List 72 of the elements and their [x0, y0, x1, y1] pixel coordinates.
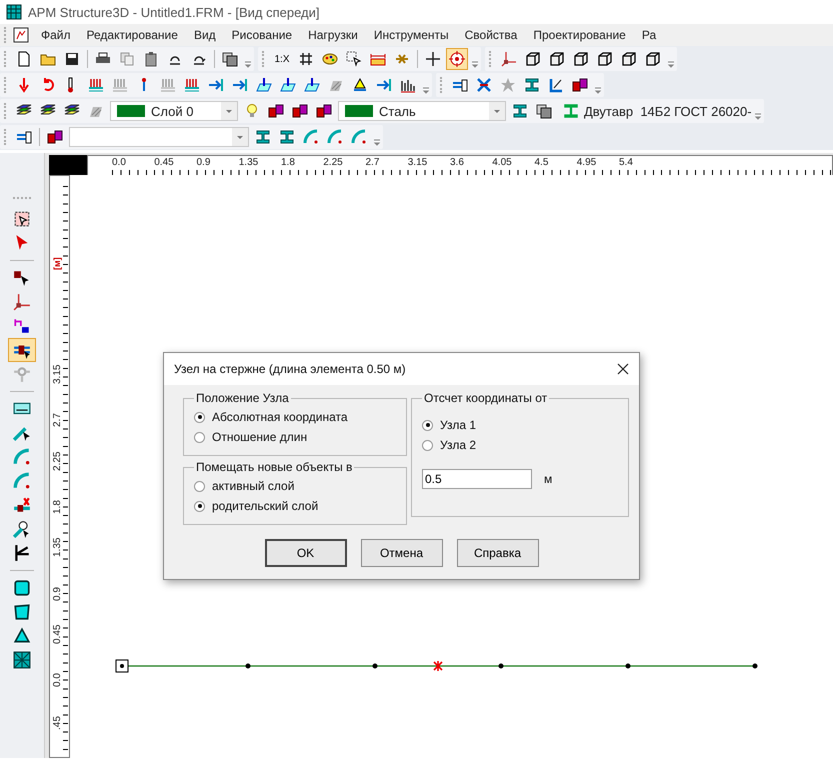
close-icon[interactable]: [617, 363, 629, 375]
ruler-label: 1.8: [281, 157, 295, 168]
menu-item[interactable]: Инструменты: [366, 26, 457, 44]
unit-label: м: [544, 472, 552, 486]
dialog-button[interactable]: OK: [264, 539, 346, 567]
radio-button[interactable]: [194, 500, 205, 512]
beam-node: [246, 664, 250, 668]
beam-node: [498, 664, 504, 668]
menu-item[interactable]: Проектирование: [525, 26, 634, 44]
dialog-button[interactable]: Отмена: [360, 539, 442, 567]
menu-item[interactable]: Рисование: [224, 26, 300, 44]
menu-item[interactable]: Редактирование: [78, 26, 186, 44]
ruler-label: 4.05: [492, 157, 512, 168]
window-title: APM Structure3D - Untitled1.FRM - [Вид спереди]: [28, 4, 320, 20]
unit-label: [м]: [52, 257, 62, 270]
group-title: Помещать новые объекты в: [195, 460, 354, 474]
ruler-label: 2.7: [366, 157, 380, 168]
dialog-title: Узел на стержне (длина элемента 0.50 м): [174, 362, 406, 376]
ruler-label: 1.35: [238, 157, 258, 168]
ruler-label: 1.35: [52, 538, 63, 558]
group-title: Отсчет координаты от: [423, 391, 548, 405]
radio-label[interactable]: Узла 1: [440, 418, 476, 432]
ruler-label: 0.45: [52, 624, 63, 644]
scale-button[interactable]: 1:X: [271, 48, 293, 70]
dropdown[interactable]: Сталь: [338, 101, 506, 121]
app-icon: [6, 4, 22, 20]
radio-label[interactable]: Отношение длин: [212, 430, 308, 444]
ruler-label: .45: [52, 716, 63, 730]
radio-button[interactable]: [422, 420, 433, 430]
beam-node: [752, 664, 758, 668]
menu-item[interactable]: Ра: [634, 26, 664, 44]
radio-label[interactable]: Абсолютная координата: [212, 410, 348, 424]
ruler-label: 0.45: [154, 157, 174, 168]
ruler-label: 0.0: [52, 673, 63, 688]
ruler-label: 1.8: [52, 500, 63, 514]
radio-button[interactable]: [194, 412, 205, 422]
new-node-marker: [433, 660, 443, 672]
ruler-label: 3.15: [52, 364, 63, 384]
ruler-corner: [49, 155, 87, 177]
dropdown[interactable]: Слой 0: [110, 101, 238, 121]
radio-label[interactable]: активный слой: [212, 479, 294, 493]
dialog-button[interactable]: Справка: [456, 539, 538, 567]
radio-label[interactable]: родительский слой: [212, 499, 318, 513]
radio-button[interactable]: [194, 480, 205, 492]
i-beam-icon: [562, 102, 580, 120]
beam-node: [372, 664, 378, 668]
menu-item[interactable]: Свойства: [456, 26, 526, 44]
menu-item[interactable]: Нагрузки: [300, 26, 366, 44]
menu-item[interactable]: Файл: [33, 26, 79, 44]
beam-select-icon[interactable]: [8, 338, 36, 362]
ruler-label: 2.25: [52, 451, 63, 471]
group-title: Положение Узла: [195, 391, 290, 405]
radio-button[interactable]: [422, 440, 433, 450]
ruler-label: 2.25: [323, 157, 343, 168]
ruler-label: 3.6: [450, 157, 464, 168]
radio-label[interactable]: Узла 2: [440, 438, 476, 452]
document-icon[interactable]: [13, 27, 29, 43]
ruler-label: 0.9: [52, 586, 63, 600]
ruler-label: 2.7: [52, 413, 63, 428]
ruler-label: 3.15: [408, 157, 428, 168]
ruler-label: 0.9: [196, 157, 210, 168]
end-node: [116, 660, 128, 672]
section-label: Двутавр 14Б2 ГОСТ 26020-: [584, 104, 752, 118]
menu-item[interactable]: Вид: [186, 26, 224, 44]
ruler-label: 4.5: [534, 157, 548, 168]
radio-button[interactable]: [194, 432, 205, 442]
beam-node: [626, 664, 630, 668]
ruler-label: 0.0: [112, 157, 126, 168]
target-icon[interactable]: [446, 48, 468, 70]
coordinate-field[interactable]: 0.5: [422, 469, 532, 489]
ruler-label: 4.95: [576, 157, 596, 168]
ruler-label: 5.4: [619, 157, 633, 168]
